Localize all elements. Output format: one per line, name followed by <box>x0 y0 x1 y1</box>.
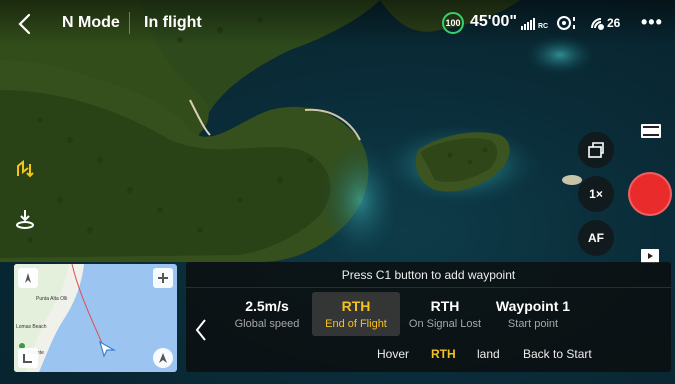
option-rth[interactable]: RTH <box>431 347 456 361</box>
remaining-flight-time: 45'00" <box>470 13 517 30</box>
satellite-count: 26 <box>607 16 621 30</box>
waypoint-settings-panel: Press C1 button to add waypoint 2.5m/s G… <box>186 262 671 372</box>
signal-lost-setting[interactable]: RTH On Signal Lost <box>404 292 486 336</box>
gimbal-switch-button[interactable] <box>578 132 614 168</box>
map-minimize-button[interactable] <box>18 348 38 368</box>
global-speed-setting[interactable]: 2.5m/s Global speed <box>226 292 308 336</box>
corner-collapse-icon <box>23 354 32 363</box>
shutter-record-button[interactable] <box>628 172 672 216</box>
waypoint-hint: Press C1 button to add waypoint <box>341 268 516 282</box>
plus-icon <box>158 273 168 283</box>
battery-level-indicator[interactable]: 100 <box>442 12 464 34</box>
start-point-value: Waypoint 1 <box>495 298 571 314</box>
video-mode-icon[interactable] <box>641 124 661 138</box>
gimbal-icon <box>588 142 604 158</box>
obstacle-avoidance-icon[interactable] <box>556 14 578 32</box>
top-status-bar: N Mode In flight 100 45'00" RC 26 ••• <box>0 0 675 46</box>
navigation-arrow-icon <box>159 353 167 363</box>
panel-divider <box>186 287 671 288</box>
signal-lost-value: RTH <box>430 298 460 314</box>
start-point-caption: Start point <box>507 318 559 330</box>
map-place-label: Punta Alta Olli <box>36 296 68 302</box>
option-back-to-start[interactable]: Back to Start <box>523 347 592 361</box>
landing-icon[interactable] <box>14 208 36 230</box>
option-land[interactable]: land <box>477 347 500 361</box>
global-speed-value: 2.5m/s <box>245 298 289 314</box>
gps-satellite-icon[interactable] <box>589 14 607 32</box>
signal-lost-caption: On Signal Lost <box>408 318 482 330</box>
end-of-flight-value: RTH <box>341 298 371 314</box>
map-place-label: Lomas Beach <box>16 324 47 330</box>
aircraft-position-icon <box>99 340 116 358</box>
more-menu-button[interactable]: ••• <box>641 12 663 33</box>
flight-mode-label[interactable]: N Mode <box>62 14 120 32</box>
end-of-flight-setting[interactable]: RTH End of Flight <box>312 292 400 336</box>
autofocus-button[interactable]: AF <box>578 220 614 256</box>
start-point-setting[interactable]: Waypoint 1 Start point <box>488 292 578 336</box>
map-north-lock-button[interactable] <box>18 268 38 288</box>
mini-map[interactable]: Punta Alta Olli Lomas Beach Puente <box>14 264 177 372</box>
battery-level-value: 100 <box>445 18 461 28</box>
global-speed-caption: Global speed <box>234 318 300 330</box>
rc-label: RC <box>538 23 549 30</box>
flight-status-label: In flight <box>144 14 202 31</box>
playback-icon[interactable] <box>641 249 659 263</box>
north-arrow-icon <box>25 273 31 283</box>
panel-collapse-arrow-icon[interactable] <box>194 318 208 342</box>
topbar-divider <box>129 12 130 34</box>
waypoint-route-icon[interactable] <box>14 158 36 180</box>
map-expand-button[interactable] <box>153 268 173 288</box>
option-hover[interactable]: Hover <box>377 347 409 361</box>
end-of-flight-caption: End of Flight <box>325 318 387 330</box>
map-locate-button[interactable] <box>153 348 173 368</box>
rc-signal-strength-icon[interactable]: RC <box>521 16 548 30</box>
zoom-button[interactable]: 1× <box>578 176 614 212</box>
back-arrow-icon[interactable] <box>14 12 36 36</box>
